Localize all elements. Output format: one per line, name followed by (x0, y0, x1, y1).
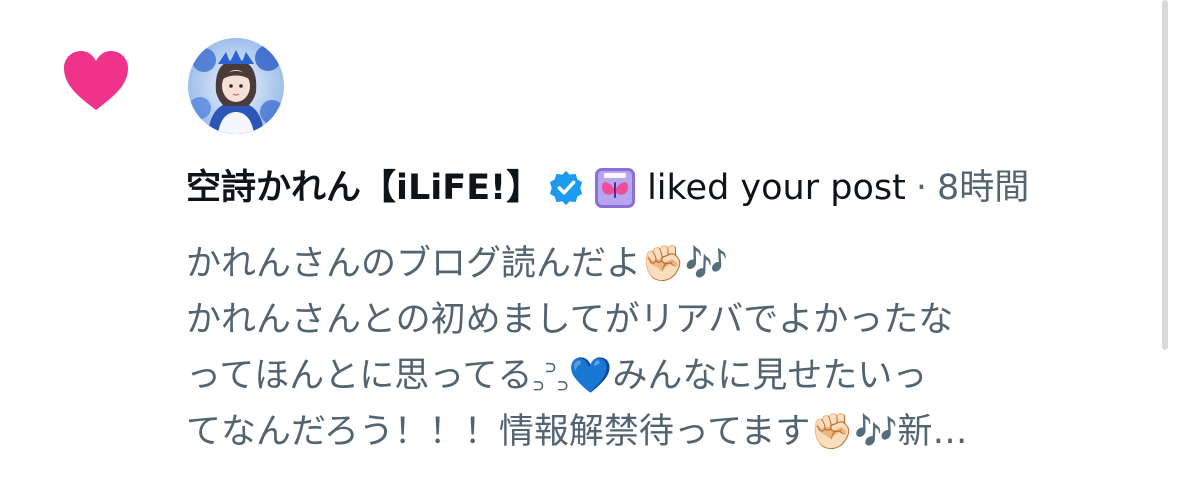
like-notification[interactable]: 空詩かれん【iLiFE!】 liked your post · 8時間 かれんさ… (0, 0, 1160, 492)
post-preview-line: ってほんとに思ってる꜆꜄꜆💙みんなに見せたいっ (186, 356, 928, 396)
notification-headline: 空詩かれん【iLiFE!】 liked your post · 8時間 (186, 160, 1029, 216)
heart-icon (62, 50, 130, 112)
post-preview-line: かれんさんのブログ読んだよ✊🏻🎶 (186, 244, 729, 284)
post-preview[interactable]: かれんさんのブログ読んだよ✊🏻🎶 かれんさんとの初めましてがリアバでよかったな … (186, 236, 1146, 460)
post-preview-line: てなんだろう！！！情報解禁待ってます✊🏻🎶新… (186, 412, 968, 452)
display-name[interactable]: 空詩かれん【iLiFE!】 (186, 160, 541, 216)
iLiFE-affiliate-badge-icon[interactable] (595, 168, 636, 208)
separator-dot: · (915, 168, 927, 208)
action-text: liked your post (647, 168, 906, 208)
verified-badge-icon[interactable] (547, 169, 585, 207)
timestamp[interactable]: 8時間 (937, 160, 1029, 216)
post-preview-line: かれんさんとの初めましてがリアバでよかったな (186, 300, 954, 340)
user-avatar[interactable] (188, 38, 284, 134)
scrollbar[interactable] (1162, 0, 1168, 350)
